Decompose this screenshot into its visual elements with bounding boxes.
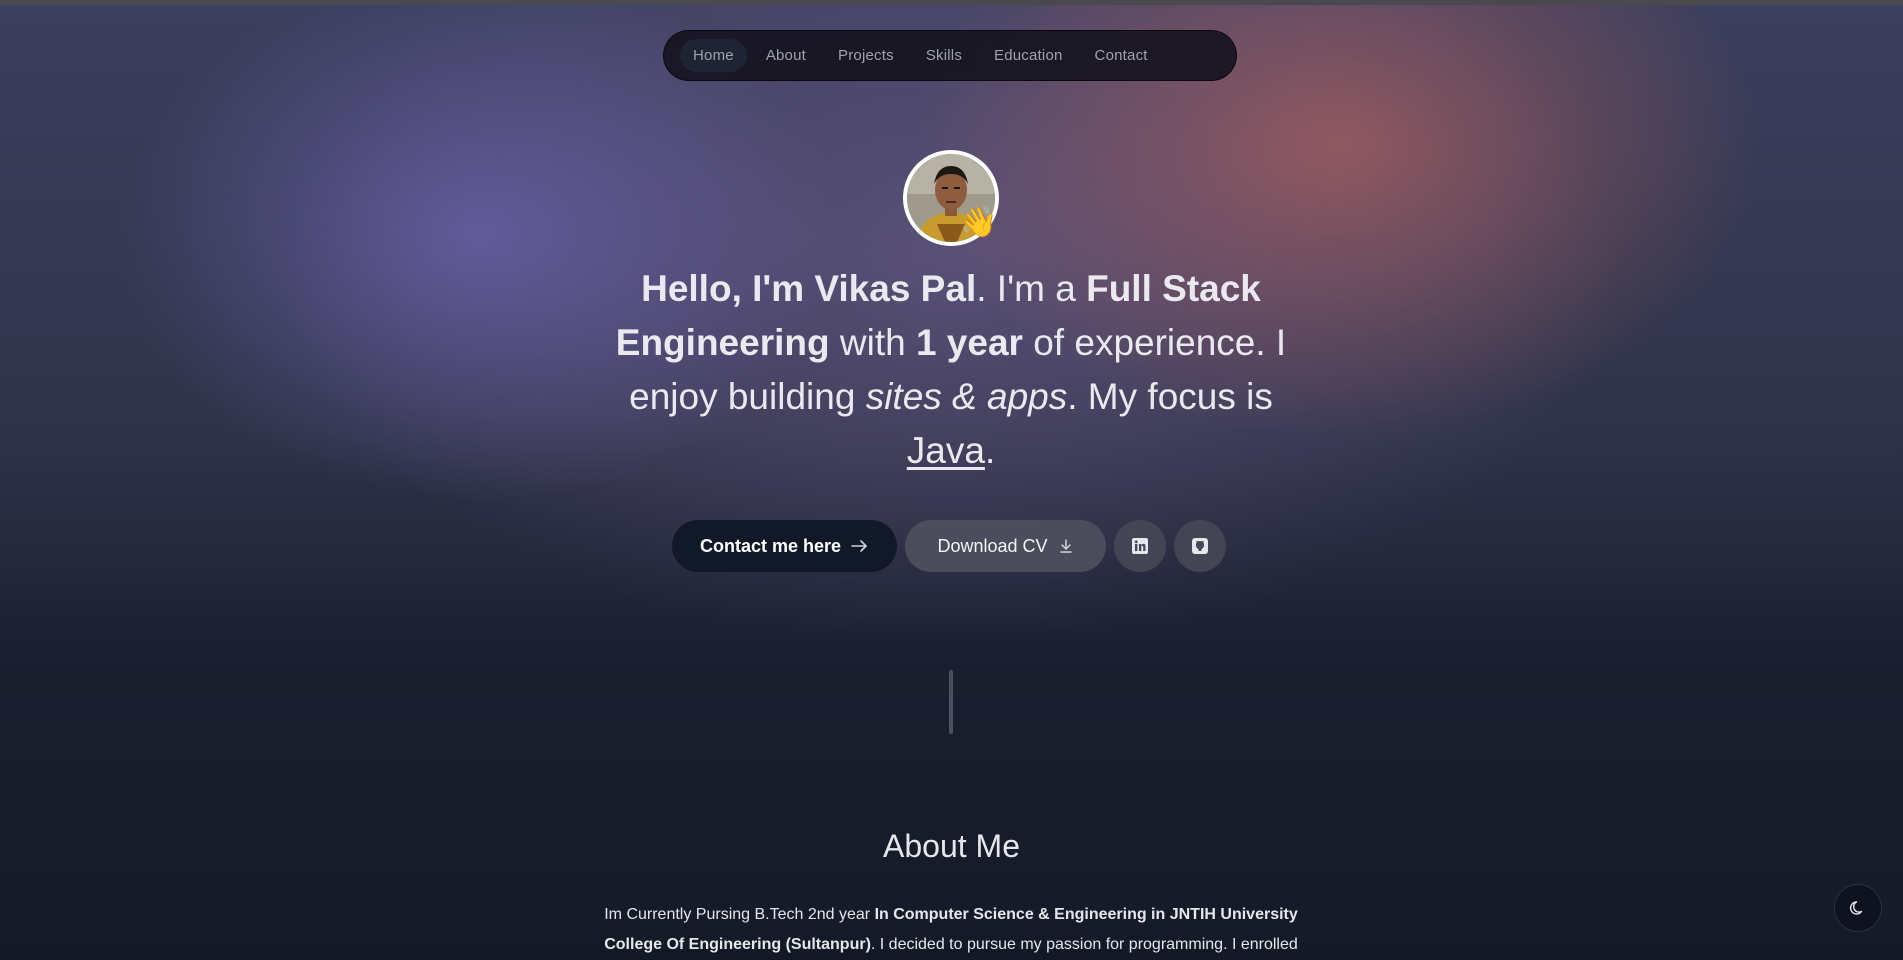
download-cv-button[interactable]: Download CV [905, 520, 1106, 572]
nav-contact[interactable]: Contact [1082, 39, 1161, 72]
scroll-divider [949, 670, 953, 734]
download-icon [1059, 539, 1072, 553]
linkedin-button[interactable] [1114, 520, 1166, 572]
theme-toggle-button[interactable] [1834, 884, 1882, 932]
hero-text: I'm a [986, 268, 1087, 309]
hero-text: . [984, 430, 996, 471]
nav-skills[interactable]: Skills [913, 39, 975, 72]
contact-button-label: Contact me here [699, 535, 842, 556]
github-icon [1192, 538, 1208, 554]
hero-text: . My focus is [1067, 376, 1273, 417]
github-button[interactable] [1174, 520, 1226, 572]
hero-greeting: Hello, I'm Vikas Pal [641, 268, 977, 309]
nav-projects[interactable]: Projects [825, 39, 907, 72]
about-title: About Me [883, 828, 1020, 864]
linkedin-icon [1132, 538, 1148, 554]
hero-sites: sites & apps [865, 376, 1068, 417]
hero-tech: Java [906, 430, 985, 471]
wave-emoji: 👋 [960, 206, 998, 239]
hero-text: with [829, 322, 916, 363]
hero-text: . [976, 268, 987, 309]
hero-experience: 1 year [915, 322, 1023, 363]
main-nav: Home About Projects Skills Education Con… [663, 30, 1237, 81]
nav-about[interactable]: About [753, 39, 819, 72]
about-text: Im Currently Pursing B.Tech 2nd year [604, 906, 875, 923]
about-text: . I decided to pursue my passion for pro… [870, 936, 1298, 953]
contact-button[interactable]: Contact me here [672, 520, 897, 572]
arrow-right-icon [851, 540, 868, 552]
nav-education[interactable]: Education [981, 39, 1076, 72]
about-paragraph: Im Currently Pursing B.Tech 2nd year In … [580, 900, 1322, 960]
nav-home[interactable]: Home [680, 39, 747, 72]
download-cv-label: Download CV [937, 535, 1048, 556]
moon-icon [1849, 901, 1863, 915]
hero-headline: Hello, I'm Vikas Pal. I'm a Full Stack E… [580, 262, 1322, 478]
